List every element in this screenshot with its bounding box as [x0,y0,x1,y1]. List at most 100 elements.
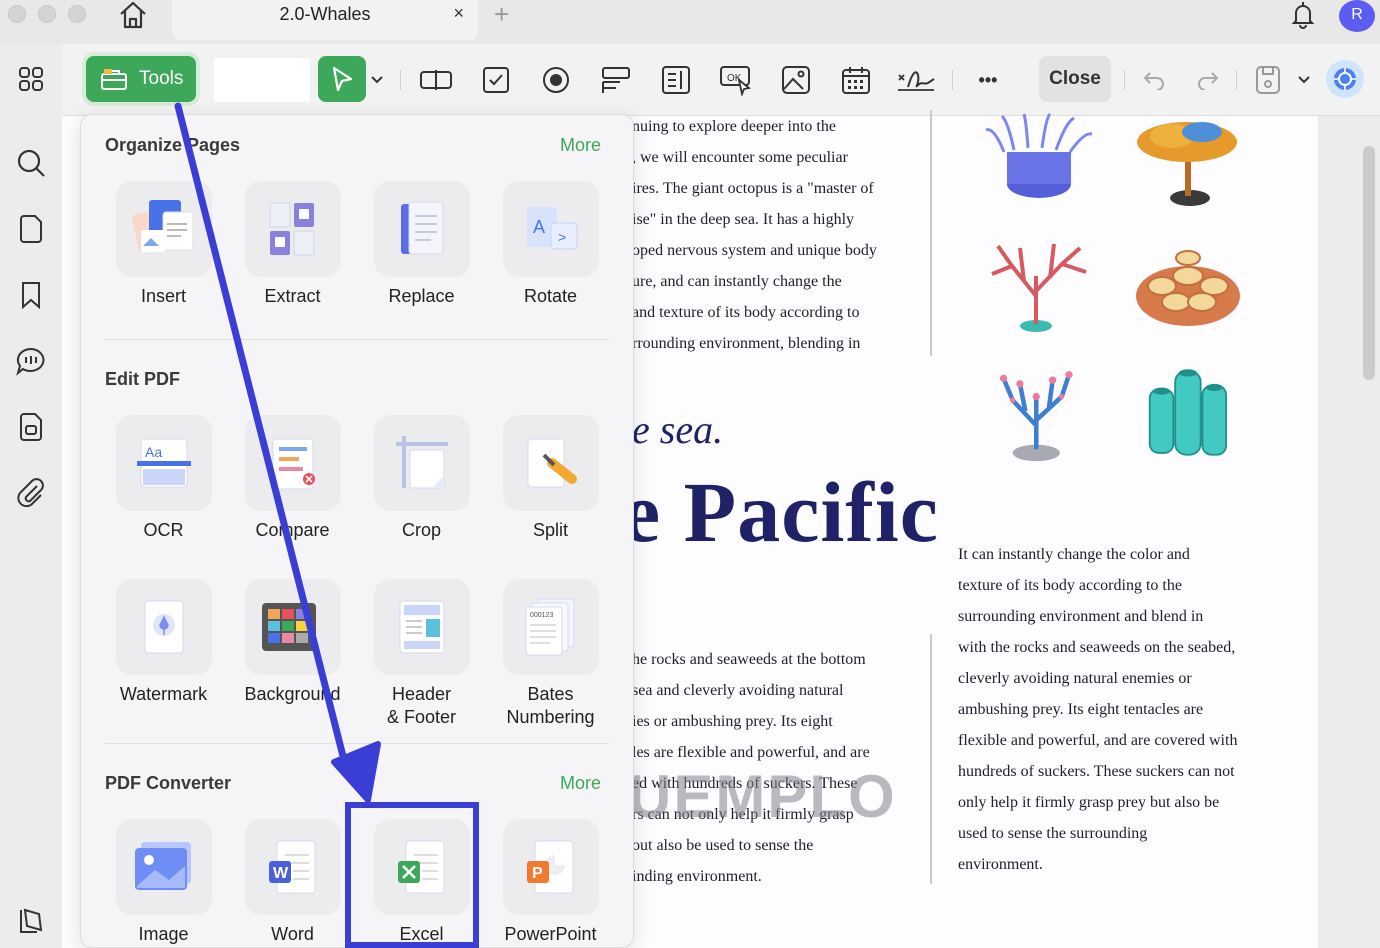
checkbox-icon[interactable] [476,60,516,100]
tab-close-icon[interactable]: × [453,3,464,24]
ai-assistant-icon[interactable] [1326,60,1364,98]
close-button[interactable]: Close [1039,56,1111,102]
column-rule [930,634,932,884]
radio-button-icon[interactable] [536,60,576,100]
more-options-icon[interactable]: ••• [968,60,1008,100]
background-icon [261,603,316,651]
tool-background[interactable]: Background [228,579,357,706]
tool-crop[interactable]: Crop [357,415,486,542]
insert-pages-icon [131,200,193,253]
main-toolbar: Tools OK ••• Close [0,44,1380,116]
tool-to-word[interactable]: W Word [228,819,357,946]
scrollbar-thumb[interactable] [1363,146,1375,380]
section-divider [105,339,609,340]
bookmark-icon[interactable] [14,278,48,312]
tools-button-label: Tools [139,68,184,89]
tool-extract[interactable]: Extract [228,181,357,308]
bell-icon[interactable] [1288,0,1318,30]
document-tab[interactable]: 2.0-Whales × [172,0,478,40]
tool-label: Rotate [523,286,578,306]
tool-label: Background [244,684,341,704]
tool-label: Image [138,924,189,944]
converter-more-link[interactable]: More [560,773,601,794]
signature-field-icon[interactable] [896,60,936,100]
body-text-line: inding environment. [632,868,762,885]
tool-replace[interactable]: Replace [357,181,486,308]
organize-more-link[interactable]: More [560,135,601,156]
tool-header-footer[interactable]: Header & Footer [357,579,486,729]
tool-label: Insert [140,286,187,306]
comment-icon[interactable] [14,344,48,378]
toolbar-separator [400,70,401,90]
section-heading-sea: e sea. [632,407,724,452]
svg-text:A: A [533,217,545,237]
compare-icon [272,438,315,490]
tool-ocr[interactable]: Aa OCR [99,415,228,542]
body-text-line: cleverly avoiding natural enemies or [958,670,1192,687]
title-bar: 2.0-Whales × + R [0,0,1380,44]
new-tab-button[interactable]: + [494,0,509,28]
watermark-text: UEMPLO [628,763,897,830]
search-icon[interactable] [14,146,48,180]
image-file-icon [134,842,191,890]
tool-watermark[interactable]: Watermark [99,579,228,706]
home-icon[interactable] [116,0,150,30]
button-field-icon[interactable]: OK [716,60,756,100]
page-icon[interactable] [14,212,48,246]
save-options-chevron-icon[interactable] [1290,60,1318,100]
tool-rotate[interactable]: A > Rotate [486,181,615,308]
redo-icon[interactable] [1188,60,1228,100]
svg-text:000123: 000123 [530,612,553,619]
tool-split[interactable]: Split [486,415,615,542]
body-text-line: only help it firmly grasp prey but also … [958,794,1220,811]
undo-icon[interactable] [1134,60,1174,100]
body-text-line: ise" in the deep sea. It has a highly [632,211,855,228]
combo-box-icon[interactable] [596,60,636,100]
tool-label: Watermark [119,684,208,704]
toolbar-spacer [214,58,310,102]
rotate-pages-icon: A > [526,207,577,250]
layers-icon[interactable] [14,904,48,938]
header-footer-icon [399,600,444,654]
body-text-line: with the rocks and seaweeds on the seabe… [958,639,1236,656]
body-text-line: flexible and powerful, and are covered w… [958,732,1238,749]
image-field-icon[interactable] [776,60,816,100]
window-zoom-dot[interactable] [68,5,86,23]
attachment-page-icon[interactable] [14,410,48,444]
toolbox-icon [101,69,127,90]
body-text-line: surrounding environment and blend in [958,608,1204,625]
body-text-line: environment. [958,856,1043,873]
section-heading-pacific: e Pacific [622,464,939,560]
blue-branch-coral-image [999,371,1073,462]
body-text-line: used to sense the surrounding [958,825,1148,842]
select-arrow-icon[interactable] [318,56,366,102]
window-minimize-dot[interactable] [38,5,56,23]
text-field-icon[interactable] [416,60,456,100]
body-text-line: It can instantly change the color and [958,546,1190,563]
tool-compare[interactable]: Compare [228,415,357,542]
section-title-edit: Edit PDF [105,369,180,389]
window-close-dot[interactable] [8,5,26,23]
tool-insert[interactable]: Insert [99,181,228,308]
section-title-organize: Organize Pages [105,135,241,155]
tool-label: Split [532,520,568,540]
list-box-icon[interactable] [656,60,696,100]
toolbar-separator [1124,70,1125,90]
tool-to-image[interactable]: Image [99,819,228,946]
paperclip-icon[interactable] [14,476,48,510]
tube-coral-image [1148,369,1227,456]
tool-label: Bates Numbering [506,684,595,727]
save-icon[interactable] [1248,60,1288,100]
tool-to-powerpoint[interactable]: P PowerPoint [486,819,615,946]
tool-bates-numbering[interactable]: 000123 Bates Numbering [486,579,615,729]
user-avatar[interactable]: R [1339,0,1375,32]
date-field-icon[interactable] [836,60,876,100]
tools-button[interactable]: Tools [86,56,196,102]
body-text-line: he rocks and seaweeds at the bottom [632,651,866,668]
anemone-image [985,112,1093,198]
section-divider [105,743,609,744]
bates-numbering-icon: 000123 [525,598,574,656]
grid-icon[interactable] [14,62,48,96]
replace-pages-icon [400,201,443,255]
chevron-down-icon[interactable] [362,60,392,100]
